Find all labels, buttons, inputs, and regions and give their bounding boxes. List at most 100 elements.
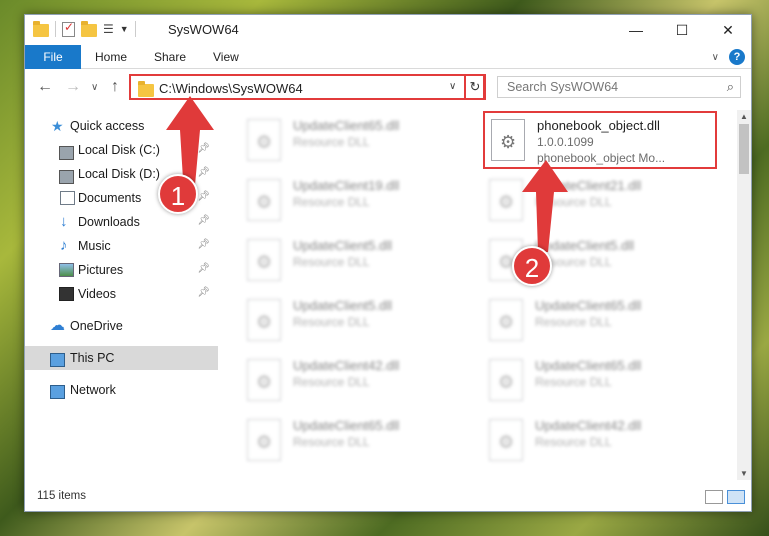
- file-name: UpdateClient5.dll: [293, 238, 393, 253]
- recent-locations-icon[interactable]: ∨: [91, 82, 98, 93]
- sidebar-item-label: Videos: [78, 287, 116, 301]
- chevron-down-icon[interactable]: ∨: [449, 81, 456, 92]
- minimize-button[interactable]: —: [613, 15, 659, 45]
- pin-icon[interactable]: 📌︎: [197, 263, 210, 274]
- sidebar-item-label: Documents: [78, 191, 142, 205]
- file-item[interactable]: ⚙ UpdateClient42.dll Resource DLL: [483, 413, 717, 471]
- file-type: Resource DLL: [293, 195, 370, 209]
- file-name: phonebook_object.dll: [537, 118, 660, 133]
- file-item[interactable]: ⚙ UpdateClient5.dll Resource DLL: [241, 233, 475, 291]
- dll-file-icon: ⚙: [489, 299, 523, 341]
- dll-file-icon: ⚙: [489, 419, 523, 461]
- downloads-icon: ↓: [60, 213, 68, 230]
- sidebar-item-network[interactable]: Network: [25, 378, 218, 402]
- new-folder-icon[interactable]: [81, 20, 97, 37]
- search-icon[interactable]: ⌕: [727, 79, 734, 95]
- disk-icon: [59, 170, 74, 184]
- pin-icon[interactable]: 📌︎: [197, 215, 210, 226]
- customize-qat-icon[interactable]: ☰: [103, 22, 114, 36]
- tab-share[interactable]: Share: [154, 45, 186, 69]
- this-pc-icon: [50, 353, 65, 367]
- sidebar-item-label: Downloads: [78, 215, 140, 229]
- file-type: Resource DLL: [535, 375, 612, 389]
- properties-icon[interactable]: [62, 20, 75, 37]
- window-title: SysWOW64: [168, 22, 239, 37]
- file-type: Resource DLL: [293, 435, 370, 449]
- sidebar-item-onedrive[interactable]: ☁ OneDrive: [25, 314, 218, 338]
- divider: [134, 21, 136, 37]
- dll-file-icon: ⚙: [247, 239, 281, 281]
- file-item[interactable]: ⚙ UpdateClient65.dll Resource DLL: [241, 413, 475, 471]
- tab-view[interactable]: View: [213, 45, 239, 69]
- file-name: UpdateClient42.dll: [293, 358, 400, 373]
- file-item[interactable]: ⚙ UpdateClient65.dll Resource DLL: [241, 113, 475, 171]
- file-type: Resource DLL: [535, 315, 612, 329]
- file-name: UpdateClient65.dll: [293, 118, 400, 133]
- file-type: Resource DLL: [293, 255, 370, 269]
- expand-ribbon-icon[interactable]: ∨: [712, 52, 719, 63]
- help-icon[interactable]: ?: [729, 49, 745, 65]
- pin-icon[interactable]: 📌︎: [197, 287, 210, 298]
- step-badge-2: 2: [512, 246, 552, 286]
- sidebar-item-pictures[interactable]: Pictures 📌︎: [25, 258, 218, 282]
- network-icon: [50, 385, 65, 399]
- file-name: UpdateClient42.dll: [535, 418, 642, 433]
- up-icon[interactable]: ↑: [111, 78, 119, 96]
- sidebar-item-videos[interactable]: Videos 📌︎: [25, 282, 218, 306]
- quick-access-toolbar: ☰ ▼: [33, 20, 136, 37]
- sidebar-item-label: Pictures: [78, 263, 124, 277]
- music-icon: ♪: [60, 237, 68, 254]
- sidebar-item-label: Music: [78, 239, 111, 253]
- sidebar-item-downloads[interactable]: ↓ Downloads 📌︎: [25, 210, 218, 234]
- tab-file[interactable]: File: [25, 45, 81, 69]
- sidebar-item-music[interactable]: ♪ Music 📌︎: [25, 234, 218, 258]
- pictures-icon: [59, 263, 74, 277]
- sidebar-item-label: Local Disk (C:): [78, 143, 160, 157]
- file-item[interactable]: ⚙ UpdateClient65.dll Resource DLL: [483, 293, 717, 351]
- dll-file-icon: ⚙: [247, 299, 281, 341]
- large-icons-view-icon[interactable]: [727, 490, 745, 504]
- pin-icon[interactable]: 📌︎: [197, 239, 210, 250]
- close-button[interactable]: ✕: [705, 15, 751, 45]
- sidebar-item-label: OneDrive: [70, 319, 123, 333]
- tab-home[interactable]: Home: [95, 45, 127, 69]
- details-view-icon[interactable]: [705, 490, 723, 504]
- back-icon[interactable]: ←: [37, 78, 53, 96]
- file-type: Resource DLL: [535, 435, 612, 449]
- forward-icon[interactable]: →: [65, 78, 81, 96]
- sidebar-item-this-pc[interactable]: This PC: [25, 346, 218, 370]
- file-name: UpdateClient5.dll: [293, 298, 393, 313]
- file-type: Resource DLL: [293, 375, 370, 389]
- title-bar: ☰ ▼ SysWOW64 — ☐ ✕: [25, 15, 751, 45]
- chevron-down-icon[interactable]: ▼: [120, 24, 129, 34]
- sidebar-item-label: Quick access: [70, 119, 145, 133]
- file-explorer-window: ☰ ▼ SysWOW64 — ☐ ✕ File Home Share View …: [24, 14, 752, 512]
- dll-file-icon: ⚙: [247, 179, 281, 221]
- address-text[interactable]: C:\Windows\SysWOW64: [159, 81, 303, 96]
- item-count: 115 items: [37, 490, 87, 502]
- sidebar-item-label: Network: [70, 383, 116, 397]
- folder-icon: [33, 20, 49, 37]
- file-item[interactable]: ⚙ UpdateClient65.dll Resource DLL: [483, 353, 717, 411]
- status-bar: 115 items: [25, 487, 751, 511]
- file-item[interactable]: ⚙ UpdateClient42.dll Resource DLL: [241, 353, 475, 411]
- search-input[interactable]: Search SysWOW64 ⌕: [497, 76, 741, 98]
- file-type: Resource DLL: [293, 315, 370, 329]
- vertical-scrollbar[interactable]: ▲ ▼: [737, 110, 751, 480]
- file-version: 1.0.0.1099: [537, 135, 594, 149]
- scroll-up-icon[interactable]: ▲: [740, 112, 748, 121]
- scrollbar-thumb[interactable]: [739, 124, 749, 174]
- file-name: UpdateClient65.dll: [535, 298, 642, 313]
- step-badge-1: 1: [158, 174, 198, 214]
- maximize-button[interactable]: ☐: [659, 15, 705, 45]
- file-item[interactable]: ⚙ UpdateClient19.dll Resource DLL: [241, 173, 475, 231]
- dll-file-icon: ⚙: [247, 419, 281, 461]
- scroll-down-icon[interactable]: ▼: [740, 469, 748, 478]
- ribbon-tabs: File Home Share View ∨ ?: [25, 45, 751, 69]
- file-name: UpdateClient65.dll: [535, 358, 642, 373]
- navigation-bar: ← → ∨ ↑ C:\Windows\SysWOW64 ∨ ↻ Search S…: [25, 70, 751, 104]
- file-item[interactable]: ⚙ UpdateClient5.dll Resource DLL: [241, 293, 475, 351]
- window-controls: — ☐ ✕: [613, 15, 751, 45]
- refresh-button[interactable]: ↻: [464, 74, 486, 100]
- dll-file-icon: ⚙: [247, 359, 281, 401]
